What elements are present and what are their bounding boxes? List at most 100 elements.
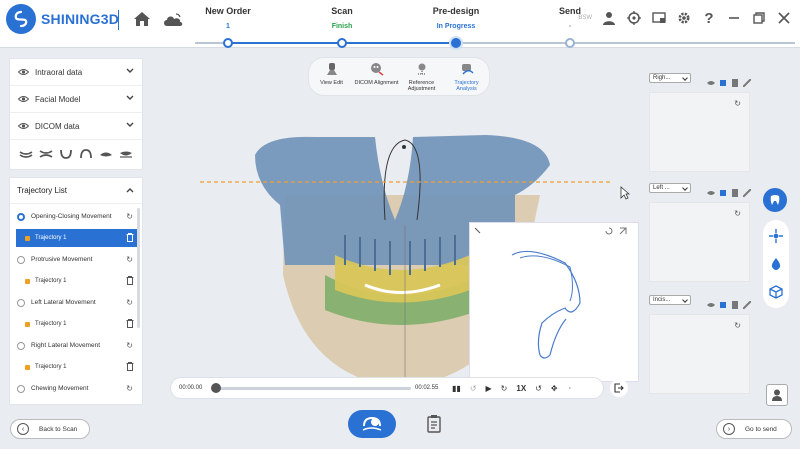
go-to-send-button[interactable]: › Go to send — [716, 419, 792, 439]
data-item-intraoral[interactable]: Intraoral data — [10, 59, 142, 86]
step-new-order[interactable]: New Order 1 — [168, 6, 288, 30]
dicom-alignment-button[interactable]: DICOM Alignment — [355, 62, 399, 86]
movement-left-lateral[interactable]: Left Lateral Movement ↻ — [10, 290, 142, 315]
move-icon[interactable]: ✥ — [551, 384, 558, 393]
tooth-button[interactable] — [763, 188, 787, 212]
report-mode-tab[interactable] — [410, 410, 458, 438]
movement-opening-closing[interactable]: Opening-Closing Movement ↻ — [10, 204, 142, 229]
doc-icon[interactable] — [731, 296, 739, 309]
data-item-dicom[interactable]: DICOM data — [10, 113, 142, 140]
restore-icon[interactable] — [751, 10, 767, 26]
cube-button[interactable] — [764, 280, 788, 304]
trash-icon[interactable] — [126, 362, 134, 371]
layer-icon[interactable] — [719, 184, 727, 196]
radio-button[interactable] — [17, 298, 25, 307]
ruler-icon[interactable] — [742, 184, 752, 198]
doc-icon[interactable] — [731, 74, 739, 87]
playback-slider[interactable] — [211, 382, 411, 393]
ruler-icon[interactable] — [742, 74, 752, 88]
eye-icon[interactable] — [18, 95, 29, 103]
upper-jaw-icon[interactable] — [19, 149, 33, 159]
step-scan[interactable]: Scan Finish — [282, 6, 402, 30]
reset-icon[interactable]: ↺ — [535, 384, 542, 393]
play-icon[interactable]: ▶ — [486, 384, 492, 393]
eye-toggle-icon[interactable] — [707, 296, 715, 307]
person-view-button[interactable] — [766, 384, 788, 406]
data-item-facial[interactable]: Facial Model — [10, 86, 142, 113]
doc-icon[interactable] — [731, 184, 739, 197]
refresh-icon[interactable]: ↻ — [734, 209, 741, 218]
radio-button[interactable] — [17, 255, 25, 264]
exit-button[interactable] — [610, 379, 628, 397]
gear-icon[interactable] — [676, 10, 692, 26]
refresh-icon[interactable]: ↻ — [734, 321, 741, 330]
eye-toggle-icon[interactable] — [707, 74, 715, 85]
chevron-down-icon[interactable] — [126, 122, 134, 128]
speed-button[interactable]: 1X — [516, 384, 526, 393]
trash-icon[interactable] — [126, 233, 134, 242]
view-edit-button[interactable]: View Edit — [310, 62, 354, 86]
rewind-icon[interactable]: ↺ — [470, 384, 477, 393]
arch-icon[interactable] — [79, 149, 93, 159]
both-jaws-icon[interactable] — [39, 149, 53, 159]
left-view-slot[interactable]: ↻ — [649, 202, 750, 282]
screenshot-icon[interactable] — [651, 10, 667, 26]
radio-button[interactable] — [17, 341, 25, 350]
axis-button[interactable] — [764, 224, 788, 248]
trajectory-item[interactable]: Trajectory 1 — [16, 272, 138, 290]
playback-handle[interactable] — [211, 382, 221, 393]
movement-chewing[interactable]: Chewing Movement ↻ — [10, 376, 142, 401]
home-icon[interactable] — [132, 9, 152, 29]
chevron-down-icon[interactable] — [126, 95, 134, 101]
list-scrollbar[interactable] — [137, 208, 140, 328]
user-icon[interactable] — [601, 10, 617, 26]
help-icon[interactable]: ? — [701, 10, 717, 27]
right-view-slot[interactable]: ↻ — [649, 92, 750, 172]
eye-icon[interactable] — [18, 122, 29, 130]
occlusal-bottom-icon[interactable] — [119, 149, 133, 159]
layer-icon[interactable] — [719, 296, 727, 308]
layer-icon[interactable] — [719, 74, 727, 86]
trajectory-list-header[interactable]: Trajectory List — [10, 178, 142, 204]
radio-button[interactable] — [17, 212, 25, 221]
radio-button[interactable] — [17, 384, 25, 393]
refresh-icon[interactable]: ↻ — [126, 384, 133, 393]
settings-icon[interactable]: ◔ — [567, 384, 572, 393]
incisal-view-slot[interactable]: ↻ — [649, 314, 750, 394]
trajectory-inset-view[interactable] — [469, 222, 639, 382]
movement-right-lateral[interactable]: Right Lateral Movement ↻ — [10, 333, 142, 358]
refresh-icon[interactable]: ↻ — [734, 99, 741, 108]
ruler-icon[interactable] — [742, 296, 752, 310]
occlusal-top-icon[interactable] — [99, 149, 113, 159]
reference-adjustment-button[interactable]: Reference Adjustment — [400, 62, 444, 92]
trajectory-label: Trajectory 1 — [35, 321, 67, 327]
view-select[interactable]: Left ... — [649, 183, 691, 193]
lower-jaw-icon[interactable] — [59, 149, 73, 159]
columns-icon[interactable]: ▮▮ — [452, 384, 461, 393]
trash-icon[interactable] — [126, 276, 134, 285]
chevron-down-icon[interactable] — [126, 68, 134, 74]
refresh-icon[interactable]: ↻ — [126, 212, 133, 221]
eye-toggle-icon[interactable] — [707, 184, 715, 195]
close-icon[interactable] — [776, 10, 792, 26]
movement-protrusive[interactable]: Protrusive Movement ↻ — [10, 247, 142, 272]
target-icon[interactable] — [626, 10, 642, 26]
minimize-icon[interactable] — [726, 10, 742, 26]
refresh-icon[interactable]: ↻ — [126, 298, 133, 307]
chevron-up-icon[interactable] — [126, 187, 134, 193]
view-select[interactable]: Incis... — [649, 295, 691, 305]
trajectory-item[interactable]: Trajectory 1 — [16, 358, 138, 376]
trajectory-item[interactable]: Trajectory 1 — [16, 315, 138, 333]
loop-icon[interactable]: ↻ — [501, 384, 508, 393]
step-pre-design[interactable]: Pre-design In Progress — [396, 6, 516, 30]
refresh-icon[interactable]: ↻ — [126, 341, 133, 350]
eye-icon[interactable] — [18, 68, 29, 76]
trajectory-analysis-button[interactable]: Trajectory Analysis — [445, 62, 489, 92]
trajectory-mode-tab[interactable] — [348, 410, 396, 438]
refresh-icon[interactable]: ↻ — [126, 255, 133, 264]
trajectory-item[interactable]: Trajectory 1 — [16, 229, 138, 247]
drop-button[interactable] — [764, 252, 788, 276]
view-select[interactable]: Righ... — [649, 73, 691, 83]
back-to-scan-button[interactable]: ‹ Back to Scan — [10, 419, 90, 439]
trash-icon[interactable] — [126, 319, 134, 328]
